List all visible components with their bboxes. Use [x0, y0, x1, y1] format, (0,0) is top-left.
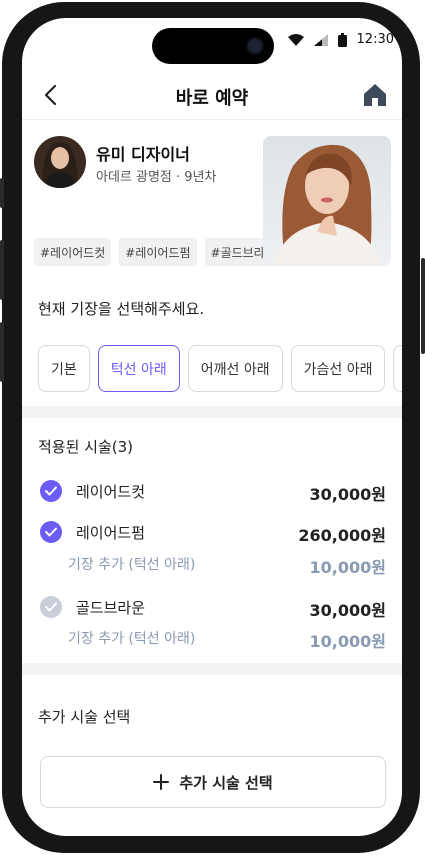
signal-icon: [313, 33, 328, 46]
length-option-below-shoulder[interactable]: 어깨선 아래: [187, 345, 283, 392]
check-circle-icon[interactable]: [40, 480, 62, 502]
add-service-button[interactable]: 추가 시술 선택: [40, 756, 386, 808]
service-name: 레이어드컷: [76, 483, 146, 501]
length-option-below-jaw[interactable]: 턱선 아래: [97, 345, 180, 392]
wifi-icon: [287, 33, 304, 46]
tag-gold-brown[interactable]: #골드브라: [204, 238, 271, 266]
battery-icon: [337, 32, 347, 47]
page-title: 바로 예약: [175, 88, 249, 109]
dynamic-island: [152, 28, 274, 64]
length-options: 기본 턱선 아래 어깨선 아래 가슴선 아래: [38, 345, 402, 392]
tag-layered-perm[interactable]: #레이어드펌: [119, 238, 197, 266]
extra-length-label: 기장 추가 (턱선 아래): [68, 557, 196, 573]
additional-services-title: 추가 시술 선택: [38, 708, 131, 726]
add-service-label: 추가 시술 선택: [179, 773, 273, 792]
app-header: 바로 예약: [22, 70, 402, 120]
section-divider: [22, 406, 402, 418]
volume-up-button: [0, 240, 4, 300]
service-extra-row: 기장 추가 (턱선 아래) 10,000원: [38, 554, 386, 577]
tag-layered-cut[interactable]: #레이어드컷: [34, 238, 112, 266]
service-price: 30,000원: [309, 601, 386, 620]
designer-name: 유미 디자이너: [96, 145, 190, 164]
section-divider: [22, 663, 402, 675]
designer-tags: #레이어드컷 #레이어드펌 #골드브라: [34, 238, 271, 266]
front-camera: [246, 37, 264, 55]
app-screen: 12:30 바로 예약 유미 디자이너 아데르 광명점 · 9년차 #레이어드컷…: [22, 18, 402, 836]
extra-length-price: 10,000원: [309, 632, 386, 651]
status-bar: 12:30: [22, 18, 402, 68]
service-name: 레이어드펌: [76, 524, 146, 542]
style-photo[interactable]: [263, 136, 391, 266]
designer-avatar: [34, 136, 86, 188]
home-button[interactable]: [362, 82, 388, 108]
plus-icon: [153, 774, 170, 790]
applied-services-title: 적용된 시술(3): [38, 438, 134, 456]
status-time: 12:30: [356, 32, 394, 47]
check-circle-icon[interactable]: [40, 596, 62, 618]
designer-card[interactable]: 유미 디자이너 아데르 광명점 · 9년차 #레이어드컷 #레이어드펌 #골드브…: [22, 121, 402, 281]
silent-switch: [0, 178, 4, 208]
length-option-basic[interactable]: 기본: [38, 345, 90, 392]
home-icon: [364, 84, 386, 106]
length-option-below-chest[interactable]: 가슴선 아래: [290, 345, 386, 392]
service-row[interactable]: 레이어드펌 260,000원: [38, 520, 386, 546]
service-price: 30,000원: [309, 485, 386, 504]
service-name: 골드브라운: [76, 599, 146, 617]
check-circle-icon[interactable]: [40, 521, 62, 543]
service-price: 260,000원: [298, 526, 386, 545]
volume-down-button: [0, 322, 4, 382]
status-icons: 12:30: [287, 32, 394, 47]
extra-length-price: 10,000원: [309, 558, 386, 577]
service-row[interactable]: 레이어드컷 30,000원: [38, 479, 386, 505]
length-prompt: 현재 기장을 선택해주세요.: [38, 300, 205, 318]
designer-shop-experience: 아데르 광명점 · 9년차: [96, 170, 217, 185]
service-extra-row: 기장 추가 (턱선 아래) 10,000원: [38, 628, 386, 651]
length-option-more[interactable]: [393, 345, 402, 392]
service-row[interactable]: 골드브라운 30,000원: [38, 595, 386, 621]
extra-length-label: 기장 추가 (턱선 아래): [68, 631, 196, 647]
power-button: [421, 258, 425, 354]
